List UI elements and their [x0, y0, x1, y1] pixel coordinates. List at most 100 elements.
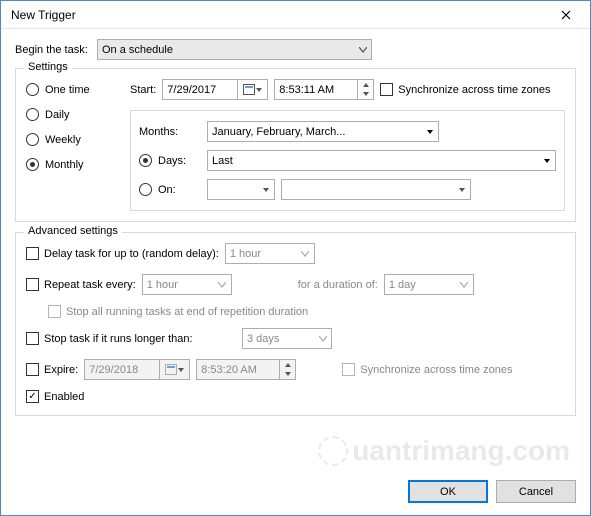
stop-longer-checkbox[interactable]: Stop task if it runs longer than: — [26, 332, 236, 345]
spinner-icon — [279, 360, 295, 379]
begin-label: Begin the task: — [15, 44, 97, 56]
checkbox-icon — [26, 332, 39, 345]
repeat-checkbox[interactable]: Repeat task every: — [26, 278, 136, 291]
delay-value: 1 hour — [230, 248, 261, 260]
spinner-icon — [357, 80, 373, 99]
dialog-buttons: OK Cancel — [1, 472, 590, 515]
begin-row: Begin the task: On a schedule — [15, 39, 576, 60]
radio-on[interactable]: On: — [139, 183, 201, 196]
on-label: On: — [158, 184, 176, 196]
on-select-2 — [281, 179, 471, 200]
chevron-down-icon — [297, 244, 314, 263]
ok-button[interactable]: OK — [408, 480, 488, 503]
radio-icon — [26, 133, 39, 146]
start-date-input[interactable]: 7/29/2017 — [162, 79, 268, 100]
expire-row: Expire: 7/29/2018 8:53:20 AM Synchr — [26, 359, 565, 380]
months-select[interactable]: January, February, March... — [207, 121, 439, 142]
start-date-value: 7/29/2017 — [167, 84, 216, 96]
start-label: Start: — [130, 84, 156, 96]
chevron-down-icon — [456, 275, 473, 294]
checkbox-icon — [26, 247, 39, 260]
expire-checkbox[interactable]: Expire: — [26, 363, 78, 376]
sync-timezone-expire: Synchronize across time zones — [342, 363, 512, 376]
begin-task-value: On a schedule — [102, 44, 173, 56]
days-row: Days: Last — [139, 150, 556, 171]
radio-icon — [139, 183, 152, 196]
radio-monthly[interactable]: Monthly — [26, 158, 116, 171]
checkbox-icon — [342, 363, 355, 376]
cancel-label: Cancel — [519, 486, 553, 498]
stop-longer-row: Stop task if it runs longer than: 3 days — [26, 328, 565, 349]
repeat-value: 1 hour — [147, 279, 178, 291]
advanced-group: Advanced settings Delay task for up to (… — [15, 232, 576, 416]
months-row: Months: January, February, March... — [139, 121, 556, 142]
radio-weekly[interactable]: Weekly — [26, 133, 116, 146]
delay-select: 1 hour — [225, 243, 315, 264]
settings-legend: Settings — [24, 61, 72, 73]
stop-longer-label: Stop task if it runs longer than: — [44, 333, 193, 345]
radio-label: Weekly — [45, 134, 81, 146]
checkbox-icon — [380, 83, 393, 96]
radio-label: One time — [45, 84, 90, 96]
start-time-value: 8:53:11 AM — [279, 84, 334, 96]
on-row: On: — [139, 179, 556, 200]
dialog-content: Begin the task: On a schedule Settings O… — [1, 29, 590, 472]
chevron-down-icon — [314, 329, 331, 348]
stop-longer-value: 3 days — [247, 333, 279, 345]
radio-icon — [139, 154, 152, 167]
radio-days[interactable]: Days: — [139, 154, 201, 167]
calendar-icon — [159, 360, 189, 379]
cancel-button[interactable]: Cancel — [496, 480, 576, 503]
start-time-input[interactable]: 8:53:11 AM — [274, 79, 374, 100]
schedule-details: Start: 7/29/2017 8:53:11 AM — [130, 79, 565, 211]
chevron-down-icon — [257, 180, 274, 199]
begin-task-select[interactable]: On a schedule — [97, 39, 372, 60]
radio-one-time[interactable]: One time — [26, 83, 116, 96]
duration-label: for a duration of: — [298, 279, 378, 291]
radio-icon — [26, 83, 39, 96]
days-select[interactable]: Last — [207, 150, 556, 171]
checkbox-icon — [26, 390, 39, 403]
enabled-checkbox[interactable]: Enabled — [26, 390, 84, 403]
checkbox-icon — [26, 363, 39, 376]
sync-timezone-start[interactable]: Synchronize across time zones — [380, 83, 550, 96]
stop-repetition-row: Stop all running tasks at end of repetit… — [48, 305, 565, 318]
expire-label: Expire: — [44, 364, 78, 376]
stop-repetition-checkbox: Stop all running tasks at end of repetit… — [48, 305, 308, 318]
delay-checkbox[interactable]: Delay task for up to (random delay): — [26, 247, 219, 260]
duration-select: 1 day — [384, 274, 474, 295]
sync-expire-label: Synchronize across time zones — [360, 364, 512, 376]
chevron-down-icon — [214, 275, 231, 294]
months-value: January, February, March... — [212, 126, 345, 138]
radio-label: Monthly — [45, 159, 84, 171]
days-label: Days: — [158, 155, 186, 167]
chevron-down-icon — [538, 151, 555, 170]
stop-longer-select: 3 days — [242, 328, 332, 349]
radio-label: Daily — [45, 109, 69, 121]
delay-label: Delay task for up to (random delay): — [44, 248, 219, 260]
stop-repetition-label: Stop all running tasks at end of repetit… — [66, 306, 308, 318]
frequency-radios: One time Daily Weekly Monthly — [26, 79, 116, 211]
checkbox-icon — [26, 278, 39, 291]
radio-icon — [26, 158, 39, 171]
days-value: Last — [212, 155, 233, 167]
settings-group: Settings One time Daily Weekly — [15, 68, 576, 222]
chevron-down-icon — [421, 122, 438, 141]
radio-daily[interactable]: Daily — [26, 108, 116, 121]
close-icon — [561, 10, 571, 20]
sync-label: Synchronize across time zones — [398, 84, 550, 96]
advanced-legend: Advanced settings — [24, 225, 122, 237]
expire-date-value: 7/29/2018 — [89, 364, 138, 376]
calendar-icon — [237, 80, 267, 99]
chevron-down-icon — [354, 40, 371, 59]
window-title: New Trigger — [11, 8, 546, 22]
delay-row: Delay task for up to (random delay): 1 h… — [26, 243, 565, 264]
months-label: Months: — [139, 126, 201, 138]
enabled-label: Enabled — [44, 391, 84, 403]
titlebar: New Trigger — [1, 1, 590, 29]
expire-date-input: 7/29/2018 — [84, 359, 190, 380]
expire-time-input: 8:53:20 AM — [196, 359, 296, 380]
chevron-down-icon — [453, 180, 470, 199]
dialog-window: New Trigger Begin the task: On a schedul… — [0, 0, 591, 516]
close-button[interactable] — [546, 2, 586, 28]
